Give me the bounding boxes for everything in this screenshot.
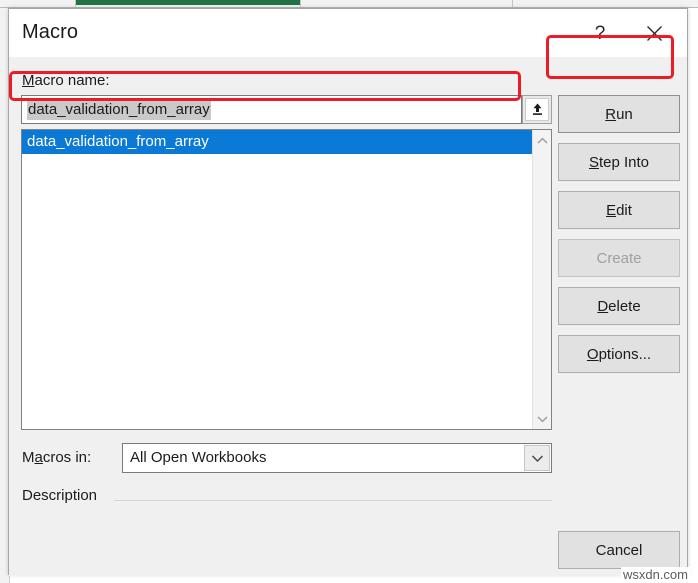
macro-name-label-accel: M: [22, 72, 35, 89]
dialog-titlebar: Macro ?: [9, 9, 687, 57]
macro-name-field[interactable]: data_validation_from_array: [21, 95, 522, 124]
description-label: Description: [22, 487, 98, 504]
options-button-accel: O: [586, 345, 599, 363]
upload-arrow-icon: [525, 98, 549, 121]
macro-name-label: Macro name:: [22, 72, 110, 89]
excel-right-edge: [687, 8, 698, 583]
excel-active-column-indicator: [76, 0, 300, 5]
help-button[interactable]: ?: [579, 15, 621, 51]
chevron-down-icon: [537, 415, 548, 422]
scrollbar-up-button[interactable]: [533, 131, 552, 150]
step-into-button-label-rest: tep Into: [598, 153, 650, 171]
delete-button[interactable]: Delete: [558, 287, 680, 325]
svg-text:?: ?: [595, 23, 606, 44]
macro-list-items: data_validation_from_array: [22, 130, 532, 429]
run-button[interactable]: Run: [558, 95, 680, 133]
create-button: Create: [558, 239, 680, 277]
macro-name-input[interactable]: [22, 96, 521, 123]
edit-button-label-rest: dit: [616, 201, 632, 219]
step-into-button-accel: S: [588, 153, 599, 171]
macro-list-box[interactable]: data_validation_from_array: [21, 129, 552, 430]
edit-button-accel: E: [606, 201, 617, 219]
excel-column-headers: [0, 0, 698, 8]
description-separator: [114, 500, 552, 501]
list-item[interactable]: data_validation_from_array: [22, 130, 532, 154]
close-x-icon: [646, 25, 662, 41]
run-button-label-rest: un: [616, 105, 633, 123]
macros-in-dropdown[interactable]: All Open Workbooks: [122, 443, 552, 473]
chevron-up-icon: [537, 137, 548, 144]
macros-in-label-rest: cros in:: [42, 449, 92, 466]
macro-name-label-rest: acro name:: [34, 72, 110, 89]
description-text: [22, 509, 552, 567]
options-button-label-rest: ptions...: [598, 345, 652, 363]
delete-button-accel: D: [597, 297, 609, 315]
delete-button-label-rest: elete: [608, 297, 641, 315]
watermark: wsxdn.com: [620, 567, 690, 582]
options-button[interactable]: Options...: [558, 335, 680, 373]
macro-name-upload-button[interactable]: [522, 95, 552, 124]
macros-in-label-pre: M: [22, 449, 35, 466]
macro-dialog: Macro ? Macro name: data_validation_from…: [8, 8, 688, 576]
question-mark-icon: ?: [595, 23, 606, 44]
scrollbar-down-button[interactable]: [533, 409, 552, 428]
cancel-button[interactable]: Cancel: [558, 531, 680, 569]
close-button[interactable]: [633, 15, 675, 51]
edit-button[interactable]: Edit: [558, 191, 680, 229]
macros-in-value: All Open Workbooks: [130, 449, 267, 466]
macros-in-label: Macros in:: [22, 449, 91, 466]
run-button-accel: R: [605, 105, 617, 123]
dialog-body: Macro name: data_validation_from_array d…: [9, 57, 687, 576]
macros-in-label-accel: a: [34, 449, 43, 466]
macros-in-dropdown-arrow[interactable]: [524, 445, 550, 471]
list-scrollbar[interactable]: [532, 130, 551, 429]
dialog-title: Macro: [22, 21, 79, 43]
step-into-button[interactable]: Step Into: [558, 143, 680, 181]
chevron-down-icon: [531, 454, 543, 462]
